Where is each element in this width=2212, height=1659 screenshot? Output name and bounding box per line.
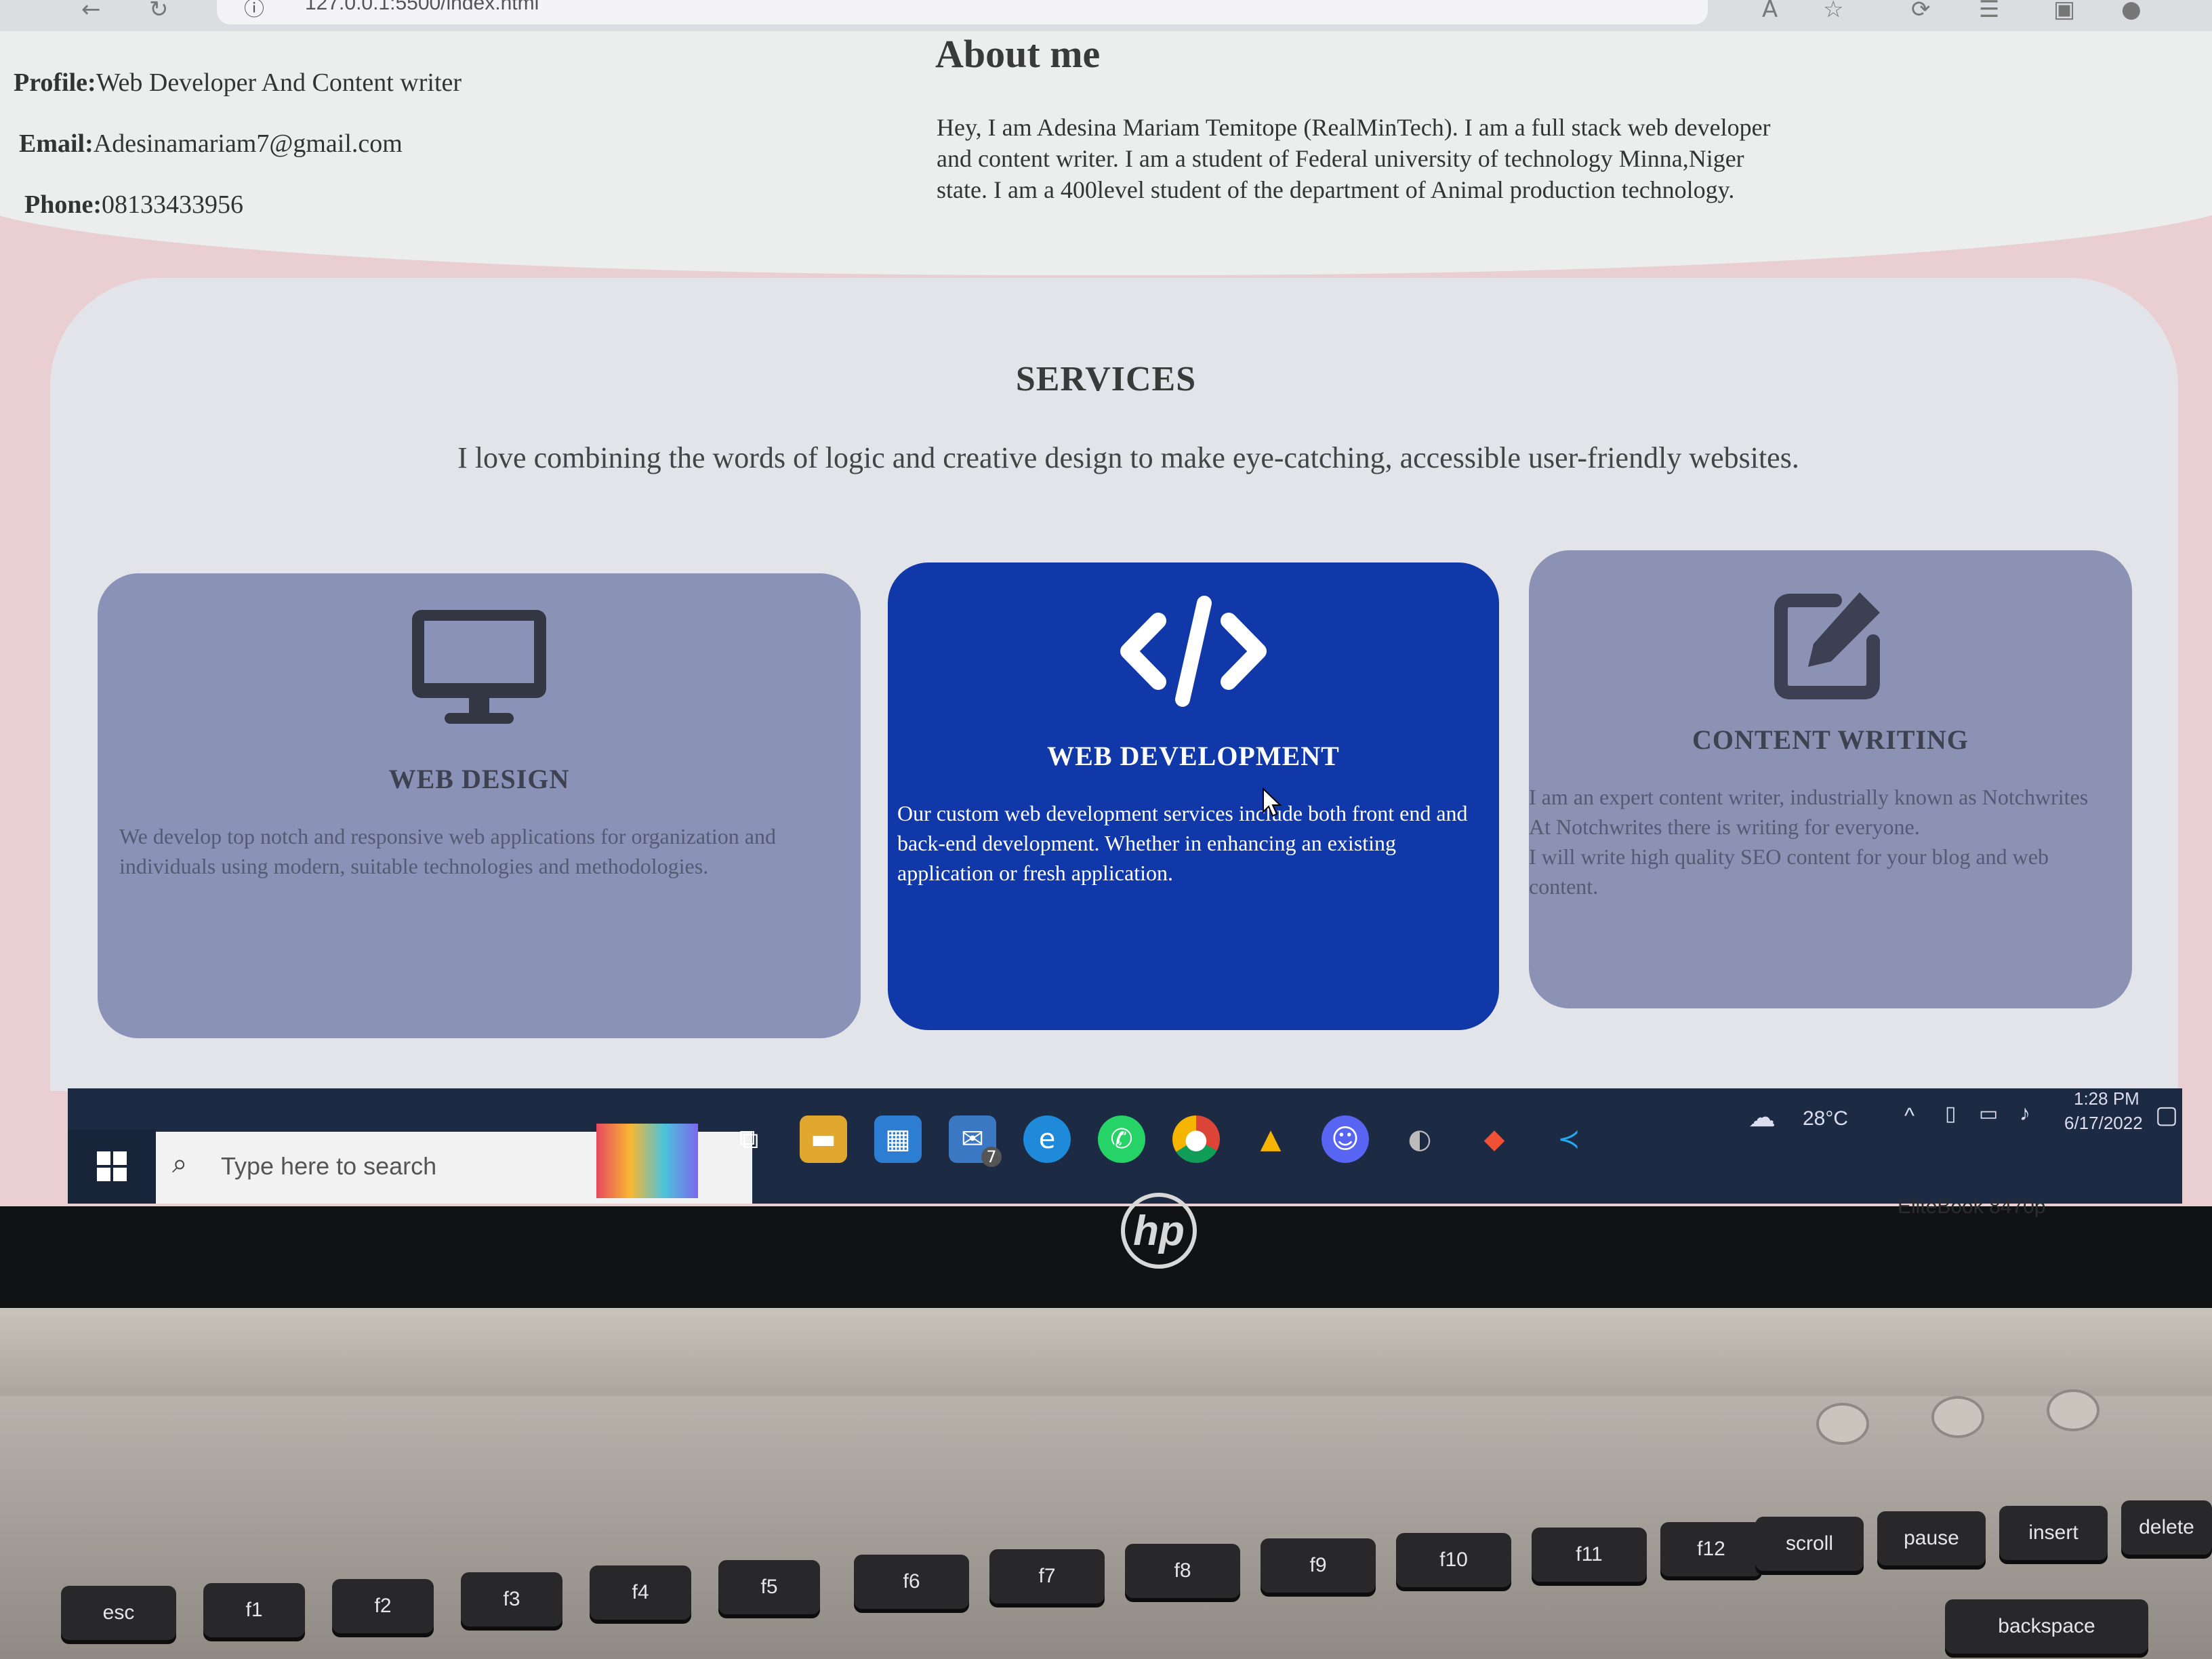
service-card-web-development: WEB DEVELOPMENT Our custom web developme… — [888, 562, 1499, 1030]
mail-badge: 7 — [981, 1147, 1002, 1167]
start-button[interactable] — [68, 1129, 156, 1204]
service-card-web-design: WEB DESIGN We develop top notch and resp… — [98, 573, 861, 1038]
email-value: Adesinamariam7@gmail.com — [93, 129, 403, 158]
key-f3[interactable]: f3 — [461, 1572, 562, 1626]
vscode-icon[interactable]: ≺ — [1545, 1115, 1593, 1163]
about-title: About me — [935, 32, 1101, 76]
model-label: EliteBook 8470p — [1898, 1195, 2046, 1218]
key-f11[interactable]: f11 — [1532, 1528, 1647, 1582]
search-icon: ⌕ — [172, 1148, 188, 1179]
hardware-button[interactable] — [1816, 1403, 1869, 1445]
description-line: I will write high quality SEO content fo… — [1529, 844, 2049, 899]
service-title: WEB DEVELOPMENT — [1047, 741, 1340, 771]
service-title: WEB DESIGN — [388, 764, 570, 794]
mail-icon[interactable]: ✉ 7 — [949, 1115, 1002, 1167]
url-text: 127.0.0.1:5500/index.html — [305, 0, 539, 14]
profile-value: Web Developer And Content writer — [96, 68, 462, 97]
service-description: We develop top notch and responsive web … — [119, 824, 776, 878]
git-icon[interactable]: ◆ — [1471, 1115, 1518, 1163]
hardware-button[interactable] — [2047, 1389, 2100, 1431]
service-description: Our custom web development services incl… — [897, 801, 1468, 885]
services-title: SERVICES — [1015, 360, 1197, 398]
extensions-icon[interactable]: ⟳ — [1911, 0, 1931, 23]
key-f9[interactable]: f9 — [1261, 1538, 1376, 1593]
refresh-icon[interactable]: ↻ — [149, 0, 169, 23]
edit-icon — [1529, 586, 2132, 701]
hardware-button[interactable] — [1931, 1396, 1984, 1438]
about-text: Hey, I am Adesina Mariam Temitope (RealM… — [937, 114, 1771, 203]
phone-label: Phone: — [24, 190, 102, 219]
clock-date[interactable]: 6/17/2022 — [2064, 1113, 2143, 1134]
paint-icon[interactable]: ◐ — [1396, 1115, 1443, 1163]
services-intro: I love combining the words of logic and … — [457, 441, 1799, 474]
key-f8[interactable]: f8 — [1125, 1544, 1240, 1598]
read-aloud-icon[interactable]: A — [1762, 0, 1778, 23]
windows-logo-icon — [97, 1151, 127, 1181]
chevron-up-icon[interactable]: ^ — [1904, 1103, 1914, 1128]
windows-taskbar: ⌕ Type here to search ⧉ ▬ ▦ ✉ 7 e ✆ ● ▲ ☺… — [68, 1088, 2182, 1204]
email-label: Email: — [19, 129, 94, 158]
key-esc[interactable]: esc — [61, 1586, 176, 1640]
favorites-bar-icon[interactable]: ☰ — [1979, 0, 1999, 23]
key-f10[interactable]: f10 — [1396, 1533, 1511, 1587]
favorite-icon[interactable]: ☆ — [1823, 0, 1843, 23]
battery-icon[interactable]: ▭ — [1979, 1102, 1998, 1126]
email-line: Email:Adesinamariam7@gmail.com — [19, 129, 403, 159]
back-icon[interactable]: ← — [81, 0, 101, 23]
mouse-cursor-icon — [1263, 787, 1282, 817]
device-icon[interactable]: ▯ — [1945, 1102, 1957, 1126]
task-view-icon[interactable]: ⧉ — [725, 1115, 773, 1163]
key-f12[interactable]: f12 — [1660, 1522, 1762, 1576]
notification-icon[interactable]: ▢ — [2155, 1101, 2178, 1129]
weather-icon[interactable]: ☁ — [1748, 1102, 1776, 1133]
temperature[interactable]: 28°C — [1803, 1107, 1848, 1130]
laptop-screen: ← ↻ ⓘ 127.0.0.1:5500/index.html A ☆ ⟳ ☰ … — [0, 0, 2212, 1206]
phone-value: 08133433956 — [102, 190, 243, 219]
service-title: CONTENT WRITING — [1692, 724, 1969, 755]
google-drive-icon[interactable]: ▲ — [1247, 1115, 1294, 1163]
key-f6[interactable]: f6 — [854, 1555, 969, 1609]
service-description: I am an expert content writer, industria… — [1529, 782, 2118, 901]
key-pause[interactable]: pause — [1877, 1511, 1986, 1565]
discord-icon[interactable]: ☺ — [1322, 1115, 1369, 1163]
key-f5[interactable]: f5 — [718, 1560, 820, 1614]
service-card-content-writing: CONTENT WRITING I am an expert content w… — [1529, 550, 2132, 1008]
laptop-hinge — [0, 1308, 2212, 1403]
hp-logo: hp — [1121, 1193, 1197, 1269]
key-f1[interactable]: f1 — [203, 1583, 305, 1637]
code-icon — [888, 594, 1499, 709]
info-icon: ⓘ — [244, 0, 264, 20]
description-line: I am an expert content writer, industria… — [1529, 785, 2089, 809]
key-insert[interactable]: insert — [1999, 1506, 2108, 1560]
description-line: At Notchwrites there is writing for ever… — [1529, 815, 1920, 839]
file-explorer-icon[interactable]: ▬ — [800, 1115, 847, 1163]
key-f4[interactable]: f4 — [590, 1565, 691, 1620]
browser-toolbar: ← ↻ ⓘ 127.0.0.1:5500/index.html A ☆ ⟳ ☰ … — [0, 0, 2212, 33]
monitor-icon — [98, 607, 861, 726]
search-placeholder: Type here to search — [221, 1152, 437, 1180]
key-scroll[interactable]: scroll — [1755, 1517, 1864, 1571]
address-bar[interactable]: ⓘ 127.0.0.1:5500/index.html — [217, 0, 1708, 24]
whatsapp-icon[interactable]: ✆ — [1098, 1115, 1145, 1163]
phone-line: Phone:08133433956 — [24, 190, 243, 220]
profile-avatar-icon[interactable]: ● — [2121, 0, 2142, 23]
key-f7[interactable]: f7 — [989, 1549, 1105, 1603]
microsoft-store-icon[interactable]: ▦ — [874, 1115, 922, 1163]
volume-icon[interactable]: ♪ — [2020, 1101, 2030, 1126]
edge-browser-icon[interactable]: e — [1023, 1115, 1071, 1163]
chrome-icon[interactable]: ● — [1172, 1115, 1220, 1163]
key-delete[interactable]: delete — [2121, 1500, 2212, 1555]
key-backspace[interactable]: backspace — [1945, 1599, 2148, 1654]
profile-line: Profile:Web Developer And Content writer — [14, 68, 462, 98]
key-f2[interactable]: f2 — [332, 1579, 434, 1633]
profile-label: Profile: — [14, 68, 96, 97]
search-highlight-image[interactable] — [596, 1124, 698, 1198]
clock-time[interactable]: 1:28 PM — [2074, 1088, 2139, 1109]
collections-icon[interactable]: ▣ — [2053, 0, 2075, 23]
